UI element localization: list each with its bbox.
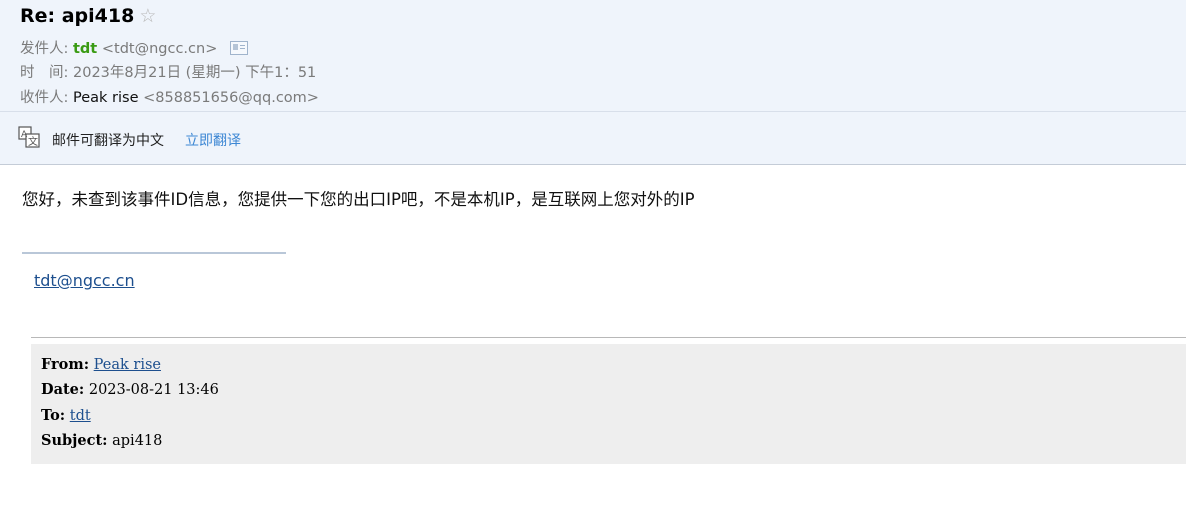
svg-text:A: A xyxy=(21,130,28,140)
star-icon[interactable]: ☆ xyxy=(139,6,156,26)
recipient-row: 收件人: Peak rise <858851656@qq.com> xyxy=(20,86,319,107)
time-label: 时 间: xyxy=(20,65,69,81)
time-row: 时 间: 2023年8月21日 (星期一) 下午1：51 xyxy=(20,61,316,82)
signature-email-link[interactable]: tdt@ngcc.cn xyxy=(34,271,135,290)
quoted-from-label: From: xyxy=(41,356,90,373)
translate-icon: A 文 xyxy=(18,126,40,148)
translate-bar: A 文 邮件可翻译为中文 立即翻译 xyxy=(0,112,1186,165)
recipient-name[interactable]: Peak rise xyxy=(73,90,139,106)
quoted-date-row: Date: 2023-08-21 13:46 xyxy=(41,381,219,398)
sender-label: 发件人: xyxy=(20,41,69,57)
time-value: 2023年8月21日 (星期一) 下午1：51 xyxy=(73,65,317,81)
recipient-email[interactable]: <858851656@qq.com> xyxy=(143,90,319,106)
quoted-subject-value: api418 xyxy=(112,433,163,449)
quoted-header-box: From: Peak rise Date: 2023-08-21 13:46 T… xyxy=(31,344,1186,464)
quoted-date-value: 2023-08-21 13:46 xyxy=(88,382,219,398)
sender-email[interactable]: <tdt@ngcc.cn> xyxy=(102,41,217,57)
quoted-from-row: From: Peak rise xyxy=(41,356,161,373)
sender-name[interactable]: tdt xyxy=(73,41,97,57)
quoted-subject-label: Subject: xyxy=(41,432,108,449)
message-body: 您好，未查到该事件ID信息，您提供一下您的出口IP吧，不是本机IP，是互联网上您… xyxy=(22,190,695,209)
email-subject: Re: api418 xyxy=(20,5,135,27)
translate-now-link[interactable]: 立即翻译 xyxy=(185,130,241,150)
sender-row: 发件人: tdt <tdt@ngcc.cn> xyxy=(20,37,248,58)
svg-text:文: 文 xyxy=(28,135,38,148)
quoted-from-link[interactable]: Peak rise xyxy=(94,357,161,373)
signature-divider xyxy=(22,252,286,254)
recipient-label: 收件人: xyxy=(20,90,69,106)
quoted-subject-row: Subject: api418 xyxy=(41,432,162,449)
email-header: Re: api418 ☆ 发件人: tdt <tdt@ngcc.cn> 时 间:… xyxy=(0,0,1186,112)
quoted-to-row: To: tdt xyxy=(41,407,91,424)
quoted-to-label: To: xyxy=(41,407,66,424)
quoted-date-label: Date: xyxy=(41,381,85,398)
translate-prompt: 邮件可翻译为中文 xyxy=(52,133,164,149)
quoted-to-link[interactable]: tdt xyxy=(70,408,91,424)
contact-card-icon[interactable] xyxy=(229,40,248,55)
quote-divider xyxy=(31,337,1186,338)
subject-line: Re: api418 ☆ xyxy=(20,5,156,27)
